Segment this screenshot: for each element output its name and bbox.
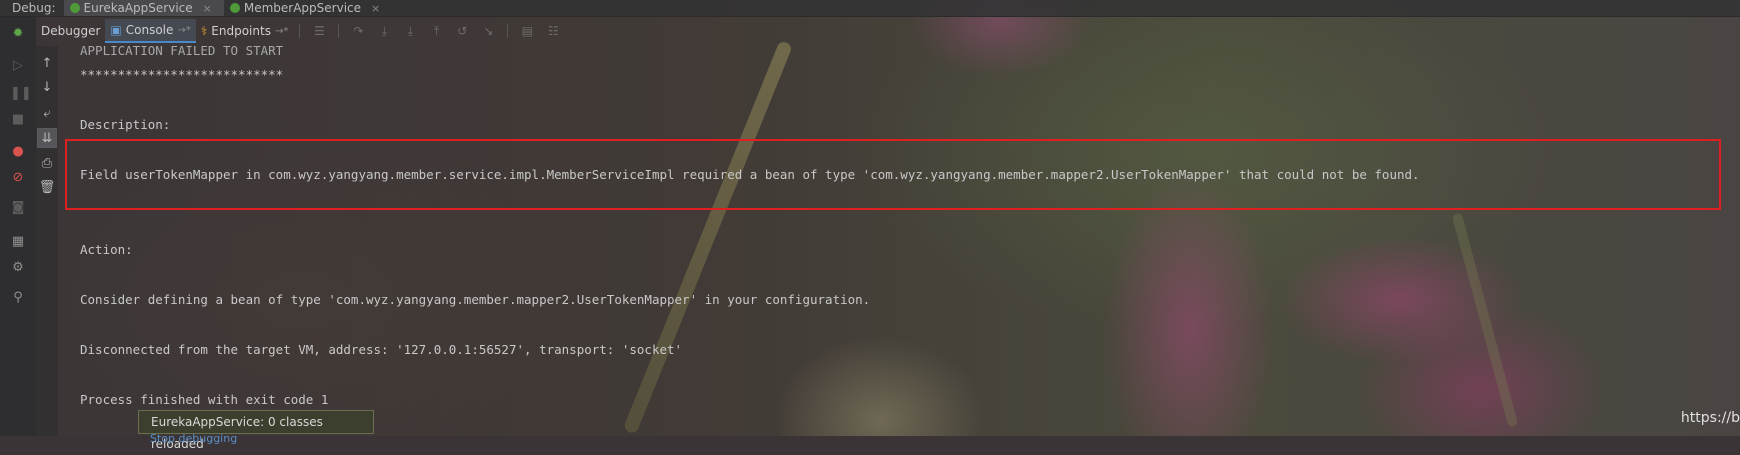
console-actions: ↑ ↓ ⤶ ⇊ ⎙ 🗑 xyxy=(36,46,58,436)
camera-icon[interactable]: ◙ xyxy=(10,200,26,216)
run-tab-label: MemberAppService xyxy=(243,1,362,15)
console-line: Action: xyxy=(80,242,133,257)
debug-left-toolbar: ✹ ▷ ❚❚ ■ ● ⊘ ◙ ▦ ⚙ ⚲ xyxy=(0,16,36,436)
pin-icon[interactable]: ⚲ xyxy=(10,290,26,306)
error-highlight-box xyxy=(65,139,1721,210)
close-icon[interactable]: × xyxy=(203,2,212,15)
print-icon[interactable]: ⎙ xyxy=(37,154,57,174)
console-line: Consider defining a bean of type 'com.wy… xyxy=(80,292,871,307)
close-icon[interactable]: × xyxy=(371,2,380,15)
toast-link[interactable]: Stop debugging xyxy=(150,432,237,445)
console-line: Disconnected from the target VM, address… xyxy=(80,342,683,357)
spring-boot-icon xyxy=(69,3,80,13)
gear-icon[interactable]: ⚙ xyxy=(10,260,26,276)
down-arrow-icon[interactable]: ↓ xyxy=(37,78,57,98)
soft-wrap-icon[interactable]: ⤶ xyxy=(37,104,57,124)
console-line: Description: xyxy=(80,117,171,132)
console-line: Process finished with exit code 1 xyxy=(80,392,329,407)
mute-breakpoints-icon[interactable]: ⊘ xyxy=(10,170,26,186)
clear-all-icon[interactable]: 🗑 xyxy=(37,178,57,198)
up-arrow-icon[interactable]: ↑ xyxy=(37,54,57,74)
run-tab-eureka[interactable]: EurekaAppService × xyxy=(63,0,224,16)
scroll-to-end-icon[interactable]: ⇊ xyxy=(37,128,57,148)
watermark-url: https://b xyxy=(1680,410,1740,426)
run-tab-label: EurekaAppService xyxy=(83,1,193,15)
console-line: *************************** xyxy=(80,67,284,82)
stop-icon[interactable]: ■ xyxy=(10,112,26,128)
debug-label: Debug: xyxy=(12,1,56,15)
run-tab-member[interactable]: MemberAppService × xyxy=(224,0,392,16)
spring-boot-icon xyxy=(229,3,240,13)
view-breakpoints-icon[interactable]: ● xyxy=(10,144,26,160)
layout-icon[interactable]: ▦ xyxy=(10,234,26,250)
console-line: APPLICATION FAILED TO START xyxy=(80,43,284,58)
debug-bug-icon[interactable]: ✹ xyxy=(10,26,26,42)
pause-icon[interactable]: ❚❚ xyxy=(10,86,32,102)
resume-icon[interactable]: ▷ xyxy=(10,58,26,74)
debug-tool-window-header: Debug: EurekaAppService × MemberAppServi… xyxy=(0,0,1740,17)
notification-toast[interactable]: EurekaAppService: 0 classes reloaded xyxy=(138,410,374,451)
